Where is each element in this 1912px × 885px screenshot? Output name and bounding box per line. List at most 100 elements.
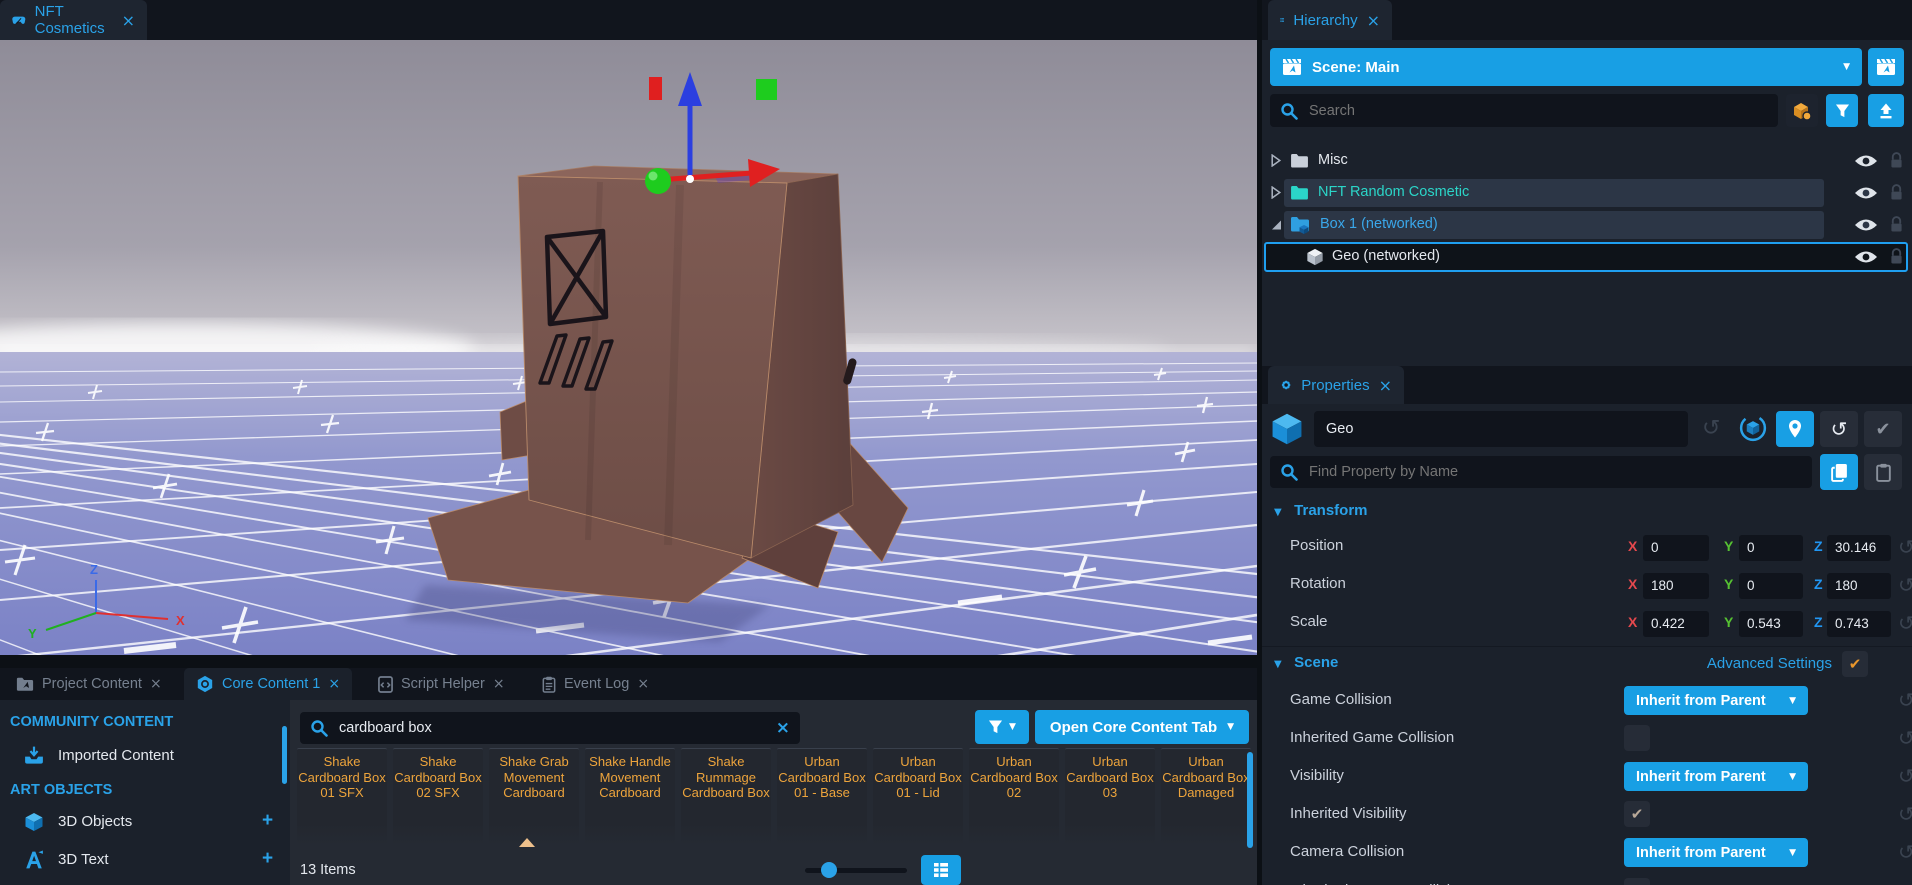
gizmo-red-cube[interactable] — [649, 77, 662, 100]
transform-section-header[interactable]: ▼ Transform — [1274, 502, 1368, 520]
tree-row-misc[interactable]: Misc — [1262, 146, 1912, 176]
networked-object-icon[interactable] — [1738, 413, 1768, 443]
reset-icon[interactable]: ↺ — [1898, 537, 1912, 557]
camera-collision-dropdown[interactable]: Inherit from Parent ▼ — [1624, 838, 1808, 867]
scale-z-field[interactable]: 0.743 — [1827, 611, 1891, 637]
advanced-settings-label[interactable]: Advanced Settings — [1670, 655, 1832, 672]
revert-button[interactable]: ↺ — [1820, 411, 1858, 447]
sidebar-item-3d-objects[interactable]: 3D Objects + — [0, 808, 290, 838]
inherited-camera-collision-checkbox[interactable] — [1624, 878, 1650, 885]
position-y-field[interactable]: 0 — [1739, 535, 1803, 561]
scale-y-field[interactable]: 0.543 — [1739, 611, 1803, 637]
visibility-dropdown[interactable]: Inherit from Parent ▼ — [1624, 762, 1808, 791]
visibility-eye-icon[interactable] — [1854, 217, 1878, 233]
rotation-y-field[interactable]: 0 — [1739, 573, 1803, 599]
visibility-eye-icon[interactable] — [1854, 153, 1878, 169]
close-icon[interactable]: × — [1379, 376, 1392, 395]
reset-icon[interactable]: ↺ — [1898, 575, 1912, 595]
position-z-field[interactable]: 30.146 — [1827, 535, 1891, 561]
expand-arrow-icon[interactable] — [1270, 186, 1282, 199]
sidebar-item-3d-text[interactable]: 3D Text + — [0, 846, 290, 876]
scene-selector-label: Scene: Main — [1312, 59, 1400, 76]
apply-button[interactable]: ✔ — [1864, 411, 1902, 447]
filter-button[interactable] — [1826, 94, 1858, 127]
search-icon — [1280, 102, 1298, 120]
inherited-game-collision-checkbox[interactable]: ✔ — [1624, 725, 1650, 751]
tree-row-box1-networked[interactable]: Box 1 (networked) — [1262, 210, 1912, 240]
view-mode-button[interactable] — [921, 855, 961, 885]
sidebar-item-imported-content[interactable]: Imported Content — [0, 742, 290, 772]
reset-icon[interactable]: ↺ — [1898, 613, 1912, 633]
close-icon[interactable]: × — [637, 676, 649, 692]
visibility-eye-icon[interactable] — [1854, 185, 1878, 201]
close-icon[interactable]: × — [493, 676, 505, 692]
property-row-game-collision: Game Collision Inherit from Parent ▼ ↺ — [1262, 686, 1912, 716]
tree-row-geo-networked[interactable]: Geo (networked) — [1262, 242, 1912, 272]
slider-knob[interactable] — [821, 862, 837, 878]
results-scrollbar[interactable] — [1247, 752, 1253, 848]
tab-script-helper[interactable]: Script Helper × — [366, 668, 517, 700]
copy-properties-button[interactable] — [1820, 454, 1858, 490]
tab-core-content-1[interactable]: Core Content 1 × — [184, 668, 352, 700]
scene-selector-dropdown[interactable]: Scene: Main ▼ — [1270, 48, 1862, 86]
tab-event-log[interactable]: Event Log × — [530, 668, 661, 700]
new-scene-button[interactable] — [1868, 48, 1904, 86]
reset-icon[interactable]: ↺ — [1898, 766, 1912, 786]
position-x-field[interactable]: 0 — [1643, 535, 1709, 561]
tab-hierarchy[interactable]: Hierarchy × — [1268, 0, 1392, 40]
collapse-arrow-icon[interactable] — [1270, 218, 1282, 231]
close-icon[interactable]: × — [1367, 11, 1380, 30]
close-icon[interactable]: × — [328, 676, 340, 692]
advanced-settings-checkbox[interactable]: ✔ — [1842, 651, 1868, 677]
lock-icon[interactable] — [1890, 184, 1903, 201]
hierarchy-search-input[interactable] — [1307, 102, 1768, 120]
clear-search-icon[interactable]: × — [776, 718, 790, 738]
grid-view-icon — [933, 862, 949, 878]
gizmo-green-cube[interactable] — [756, 79, 777, 100]
content-filter-button[interactable]: ▼ — [975, 710, 1029, 744]
reset-icon[interactable]: ↺ — [1898, 842, 1912, 862]
lock-icon[interactable] — [1890, 248, 1903, 265]
viewport-3d[interactable]: Z X Y — [0, 40, 1257, 655]
add-icon[interactable]: + — [262, 810, 273, 832]
visibility-eye-icon[interactable] — [1854, 249, 1878, 265]
tab-properties[interactable]: Properties × — [1268, 366, 1404, 404]
reset-icon[interactable]: ↺ — [1898, 804, 1912, 824]
find-in-scene-button[interactable] — [1776, 411, 1814, 447]
thumbnail-size-slider[interactable] — [805, 868, 907, 873]
lock-icon[interactable] — [1890, 216, 1903, 233]
reset-icon[interactable]: ↺ — [1898, 728, 1912, 748]
rotation-x-field[interactable]: 180 — [1643, 573, 1709, 599]
export-button[interactable] — [1868, 94, 1904, 127]
location-pin-icon — [1787, 419, 1803, 439]
tree-row-nft-random-cosmetic[interactable]: NFT Random Cosmetic — [1262, 178, 1912, 208]
cube-icon — [1306, 248, 1324, 266]
expand-arrow-icon[interactable] — [1270, 154, 1282, 167]
reset-icon[interactable]: ↺ — [1898, 690, 1912, 710]
property-row-visibility: Visibility Inherit from Parent ▼ ↺ — [1262, 762, 1912, 792]
tab-nft-cosmetics[interactable]: NFT Cosmetics × — [0, 0, 147, 40]
core-content-icon — [196, 675, 214, 693]
lock-icon[interactable] — [1890, 152, 1903, 169]
sidebar-scrollbar[interactable] — [282, 726, 287, 784]
close-icon[interactable]: × — [122, 11, 135, 30]
search-icon — [1280, 463, 1298, 481]
close-icon[interactable]: × — [150, 676, 162, 692]
add-icon[interactable]: + — [262, 848, 273, 870]
rotation-z-field[interactable]: 180 — [1827, 573, 1891, 599]
chevron-down-icon: ▼ — [1789, 696, 1796, 706]
tab-project-content[interactable]: Project Content × — [4, 668, 174, 700]
game-collision-dropdown[interactable]: Inherit from Parent ▼ — [1624, 686, 1808, 715]
open-core-content-tab-button[interactable]: Open Core Content Tab ▼ — [1035, 710, 1249, 744]
paste-properties-button[interactable] — [1864, 454, 1902, 490]
inherited-visibility-checkbox[interactable]: ✔ — [1624, 801, 1650, 827]
scene-section-header[interactable]: ▼ Scene — [1274, 654, 1338, 672]
right-panel: Hierarchy × Scene: Main ▼ — [1262, 0, 1912, 885]
scale-x-field[interactable]: 0.422 — [1643, 611, 1709, 637]
gizmo-y-handle[interactable] — [645, 168, 671, 194]
content-search-input[interactable] — [337, 719, 767, 737]
template-filter-button[interactable] — [1786, 94, 1818, 127]
find-property-input[interactable] — [1307, 463, 1802, 481]
chevron-down-icon: ▼ — [1227, 722, 1234, 732]
object-name-input[interactable] — [1314, 411, 1688, 447]
